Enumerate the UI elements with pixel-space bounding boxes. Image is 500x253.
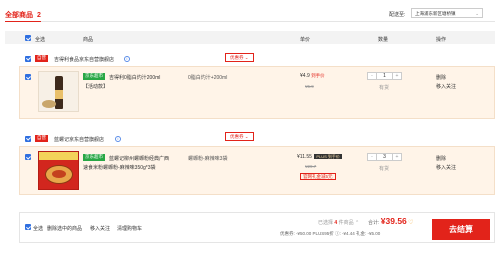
product-subtitle[interactable]: 速食米粉螺蛳粉-麻辣味350g*3袋 xyxy=(83,164,156,171)
product-image[interactable] xyxy=(38,151,79,190)
move-to-follow-link[interactable]: 移入关注 xyxy=(436,164,456,171)
self-operated-badge: 自营 xyxy=(35,55,48,62)
hint-icon[interactable]: ♡ xyxy=(408,220,413,226)
chevron-down-icon: ⌄ xyxy=(244,55,249,60)
product-title[interactable]: 吉得利0脂白灼汁200ml xyxy=(109,74,160,81)
selected-suffix: 件商品 xyxy=(338,220,354,226)
decrease-button[interactable]: - xyxy=(368,73,376,79)
package-top-band xyxy=(39,152,78,160)
header-price: 单价 xyxy=(300,36,311,43)
selected-count: 4 xyxy=(334,220,338,226)
store-info-icon[interactable]: i xyxy=(124,55,130,62)
chevron-down-icon: ⌄ xyxy=(475,11,479,16)
product-spec: 螺蛳粉-麻辣味3袋 xyxy=(188,155,228,162)
increase-button[interactable]: + xyxy=(393,154,401,160)
price-note: 到手价 xyxy=(311,73,325,78)
item-checkbox[interactable] xyxy=(25,154,31,160)
total-label: 合计: xyxy=(368,220,380,226)
select-all-checkbox[interactable] xyxy=(25,35,31,41)
chevron-down-icon: ⌄ xyxy=(244,134,249,139)
ship-location-select[interactable]: 上海浦东新区塘桥镇 ⌄ xyxy=(411,8,483,18)
cart-title-underline xyxy=(5,21,495,22)
footer-select-all-checkbox[interactable] xyxy=(25,224,31,230)
plus-price-badge: PLUS 到手价 xyxy=(314,154,342,159)
stock-status: 有货 xyxy=(379,166,390,172)
table-header xyxy=(5,31,495,44)
noodle-topping xyxy=(52,170,66,178)
store-checkbox[interactable] xyxy=(25,135,31,142)
quantity-stepper[interactable]: - 3 + xyxy=(367,153,402,161)
bottle-label xyxy=(55,90,63,99)
coupon-button[interactable]: 优惠券 ⌄ xyxy=(225,53,254,62)
increase-button[interactable]: + xyxy=(393,73,401,79)
delete-link[interactable]: 删除 xyxy=(436,74,446,81)
coupon-label: 优惠券 xyxy=(230,55,244,60)
delete-selected-link[interactable]: 删除选中的商品 xyxy=(47,225,82,232)
header-quantity: 数量 xyxy=(378,36,389,43)
cart-all-title: 全部商品 xyxy=(5,12,33,19)
checkout-label: 去结算 xyxy=(449,225,473,234)
chevron-up-icon: ⌃ xyxy=(354,220,360,226)
footer-move-follow-link[interactable]: 移入关注 xyxy=(90,225,110,232)
original-price: ¥29.7 xyxy=(305,164,317,169)
selected-count-text: 已选择 4 件商品 ⌃ xyxy=(318,219,359,226)
checkout-button[interactable]: 去结算 xyxy=(432,219,490,240)
cart-title-red-underline xyxy=(5,20,41,22)
cart-count: 2 xyxy=(36,12,41,19)
item-price: ¥4.9 到手价 xyxy=(300,73,325,79)
store-info-icon[interactable]: i xyxy=(115,135,121,142)
gift-promo-tag: 官网礼金减5元 xyxy=(300,173,336,180)
footer-select-all: 全选 xyxy=(33,225,44,232)
coupon-label: 优惠券 xyxy=(230,134,244,139)
product-spec: 0脂白灼汁+200ml xyxy=(188,74,228,81)
stock-status: 有货 xyxy=(379,85,390,91)
quantity-value[interactable]: 3 xyxy=(376,154,393,160)
jd-supermarket-tag: 京东超市 xyxy=(83,154,105,161)
self-operated-badge: 自营 xyxy=(35,135,48,142)
move-to-follow-link[interactable]: 移入关注 xyxy=(436,83,456,90)
product-image[interactable] xyxy=(38,71,79,112)
header-select-all: 全选 xyxy=(35,36,46,43)
ship-location-text: 上海浦东新区塘桥镇 xyxy=(415,11,456,16)
ship-label: 配送至: xyxy=(389,12,406,18)
product-subtitle[interactable]: 【活动款】 xyxy=(83,83,108,90)
store-checkbox[interactable] xyxy=(25,55,31,62)
item-price: ¥11.55 PLUS 到手价 xyxy=(297,154,342,160)
total-area: 合计: ¥39.56 ♡ xyxy=(368,216,414,226)
quantity-value[interactable]: 1 xyxy=(376,73,393,79)
header-action: 操作 xyxy=(436,36,447,43)
store-name[interactable]: 蓝螺记京东自营旗舰店 xyxy=(54,136,104,143)
price-value: ¥4.9 xyxy=(300,73,310,79)
quantity-stepper[interactable]: - 1 + xyxy=(367,72,402,80)
decrease-button[interactable]: - xyxy=(368,154,376,160)
delete-link[interactable]: 删除 xyxy=(436,155,446,162)
total-value: ¥39.56 xyxy=(380,216,407,226)
jd-supermarket-tag: 京东超市 xyxy=(83,73,105,80)
coupon-button[interactable]: 优惠券 ⌄ xyxy=(225,132,254,141)
store-name[interactable]: 吉得利食品京东自营旗舰店 xyxy=(54,56,114,63)
selected-prefix: 已选择 xyxy=(318,220,334,226)
original-price: ¥5.9 xyxy=(305,84,314,89)
food-dish xyxy=(42,100,56,108)
price-value: ¥11.55 xyxy=(297,154,312,160)
product-title[interactable]: 蓝螺记柳州螺蛳粉经典广西 xyxy=(109,155,169,162)
cart-title: 全部商品 2 xyxy=(5,10,41,20)
item-checkbox[interactable] xyxy=(25,74,31,80)
header-product: 商品 xyxy=(83,36,94,43)
discount-line: 优惠券: -¥50.00 PLUS95折 ⓘ: -¥4.44 礼金: -¥5.0… xyxy=(280,231,381,236)
clear-cart-link[interactable]: 清理购物车 xyxy=(117,225,142,232)
